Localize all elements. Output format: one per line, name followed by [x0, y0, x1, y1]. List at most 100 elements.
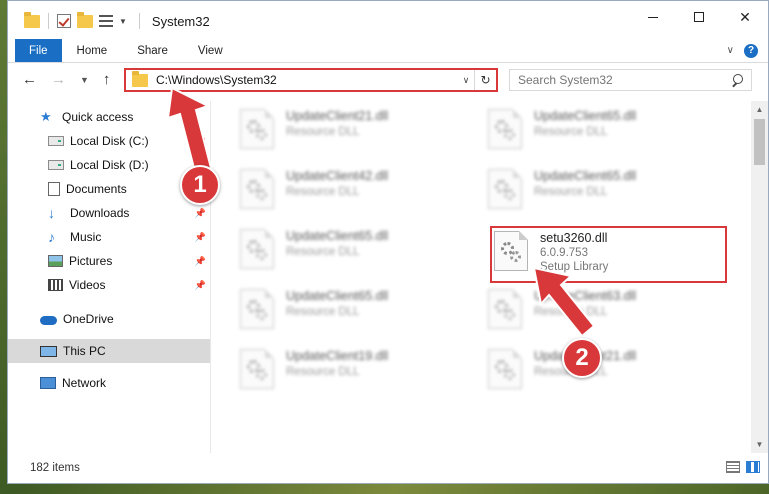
- address-dropdown-icon[interactable]: ∨: [458, 75, 474, 86]
- sidebar-item-label: Downloads: [70, 206, 130, 220]
- computer-icon: [40, 345, 57, 357]
- star-icon: ★: [40, 109, 52, 124]
- help-icon[interactable]: ?: [744, 43, 758, 58]
- sidebar-item-label: Pictures: [69, 254, 113, 268]
- dll-file-icon: [240, 229, 274, 269]
- search-icon[interactable]: [731, 74, 743, 86]
- sidebar-item-quick-access[interactable]: ★ Quick access: [8, 105, 210, 129]
- sidebar-item-pictures[interactable]: Pictures 📌: [8, 249, 210, 273]
- dll-file-icon: [240, 349, 274, 389]
- file-item[interactable]: UpdateClient19.dll Resource DLL: [240, 347, 475, 405]
- maximize-icon: [694, 12, 704, 22]
- properties-check-icon[interactable]: [57, 14, 71, 28]
- tab-home[interactable]: Home: [62, 39, 123, 62]
- vertical-scrollbar[interactable]: ▲ ▼: [751, 101, 768, 453]
- search-box[interactable]: [509, 69, 752, 91]
- scroll-thumb[interactable]: [754, 119, 765, 165]
- tab-file[interactable]: File: [15, 39, 62, 62]
- chevron-down-icon[interactable]: ▼: [119, 17, 127, 26]
- file-item[interactable]: UpdateClient65.dll Resource DLL: [240, 227, 475, 285]
- customize-toolbar-icon[interactable]: [99, 15, 113, 27]
- new-folder-icon[interactable]: [77, 11, 93, 28]
- drive-icon: [48, 160, 64, 170]
- dll-file-icon: [240, 109, 274, 149]
- pin-icon[interactable]: 📌: [195, 232, 206, 243]
- file-description: Resource DLL: [286, 246, 360, 258]
- sidebar-item-onedrive[interactable]: OneDrive: [8, 307, 210, 331]
- sidebar-item-label: This PC: [63, 344, 106, 358]
- scroll-down-icon[interactable]: ▼: [751, 436, 768, 453]
- sidebar-item-downloads[interactable]: ↓ Downloads 📌: [8, 201, 210, 225]
- item-count: 182 items: [30, 462, 80, 474]
- address-bar[interactable]: C:\Windows\System32 ∨ ↻: [124, 68, 498, 92]
- file-description: Resource DLL: [534, 126, 608, 138]
- pin-icon[interactable]: 📌: [195, 136, 206, 147]
- sidebar-item-label: Network: [62, 376, 107, 390]
- file-name: UpdateClient65.dll: [534, 109, 637, 123]
- details-view-icon[interactable]: [726, 461, 740, 473]
- sidebar-item-local-disk-d[interactable]: Local Disk (D:) 📌: [8, 153, 210, 177]
- pin-icon[interactable]: 📌: [195, 208, 206, 219]
- sidebar-item-videos[interactable]: Videos 📌: [8, 273, 210, 297]
- sidebar-item-label: Documents: [66, 182, 127, 196]
- divider: [48, 13, 49, 29]
- sidebar-item-label: Videos: [69, 278, 106, 292]
- quick-access-toolbar: ▼ System32: [24, 11, 210, 29]
- ribbon-right-controls: ∨ ?: [727, 39, 768, 62]
- file-item[interactable]: UpdateClient21.dllResource DLL: [240, 107, 475, 165]
- sidebar-item-local-disk-c[interactable]: Local Disk (C:) 📌: [8, 129, 210, 153]
- file-item[interactable]: UpdateClient42.dll Resource DLL: [240, 167, 475, 225]
- sidebar-item-music[interactable]: ♪ Music 📌: [8, 225, 210, 249]
- dll-file-icon: [488, 169, 522, 209]
- title-bar: ▼ System32 ✕: [8, 1, 768, 39]
- window-title: System32: [151, 13, 210, 29]
- close-button[interactable]: ✕: [722, 1, 768, 33]
- back-arrow-icon[interactable]: ←: [22, 71, 37, 88]
- file-item[interactable]: UpdateClient65.dll Resource DLL: [488, 107, 723, 165]
- music-icon: ♪: [48, 229, 55, 245]
- step-2-badge: 2: [562, 338, 602, 378]
- dll-file-icon: [488, 109, 522, 149]
- minimize-icon: [648, 16, 658, 18]
- sidebar-item-label: Local Disk (D:): [70, 158, 149, 172]
- network-icon: [40, 377, 56, 389]
- pictures-icon: [48, 255, 63, 267]
- navigation-pane: ★ Quick access Local Disk (C:) 📌 Local D…: [8, 101, 211, 453]
- documents-icon: [48, 182, 60, 196]
- videos-icon: [48, 279, 63, 291]
- recent-locations-icon[interactable]: ▼: [80, 75, 89, 85]
- cloud-icon: [40, 316, 57, 325]
- pin-icon[interactable]: 📌: [195, 256, 206, 267]
- address-path[interactable]: C:\Windows\System32: [156, 73, 458, 87]
- file-item[interactable]: UpdateClient65.dll Resource DLL: [488, 167, 723, 225]
- up-arrow-icon[interactable]: ↑: [103, 71, 111, 88]
- expand-ribbon-icon[interactable]: ∨: [727, 45, 734, 56]
- file-item[interactable]: UpdateClient65.dll Resource DLL: [240, 287, 475, 345]
- tab-view[interactable]: View: [183, 39, 238, 62]
- sidebar-item-label: Local Disk (C:): [70, 134, 149, 148]
- window-controls: ✕: [630, 1, 768, 33]
- pin-icon[interactable]: 📌: [195, 280, 206, 291]
- navigation-buttons: ← → ▼ ↑: [22, 71, 110, 88]
- minimize-button[interactable]: [630, 1, 676, 33]
- refresh-icon[interactable]: ↻: [474, 70, 496, 90]
- dll-file-icon: [240, 169, 274, 209]
- scroll-up-icon[interactable]: ▲: [751, 101, 768, 118]
- forward-arrow-icon[interactable]: →: [51, 71, 66, 88]
- tab-share[interactable]: Share: [122, 39, 183, 62]
- maximize-button[interactable]: [676, 1, 722, 33]
- file-description: Resource DLL: [286, 366, 360, 378]
- search-input[interactable]: [518, 73, 731, 87]
- file-item[interactable]: UpdateClient21.dllResource DLL: [488, 347, 723, 405]
- sidebar-item-label: OneDrive: [63, 312, 114, 326]
- close-icon: ✕: [739, 8, 751, 25]
- view-buttons: [726, 461, 760, 473]
- file-item[interactable]: UpdateClient63.dll Resource DLL: [488, 287, 723, 345]
- file-name: UpdateClient65.dll: [286, 229, 389, 243]
- sidebar-item-network[interactable]: Network: [8, 371, 210, 395]
- sidebar-item-this-pc[interactable]: This PC: [8, 339, 210, 363]
- tiles-view-icon[interactable]: [746, 461, 760, 473]
- file-name: UpdateClient42.dll: [286, 169, 389, 183]
- file-name: UpdateClient21.dll: [286, 109, 389, 123]
- file-description: Resource DLL: [286, 186, 360, 198]
